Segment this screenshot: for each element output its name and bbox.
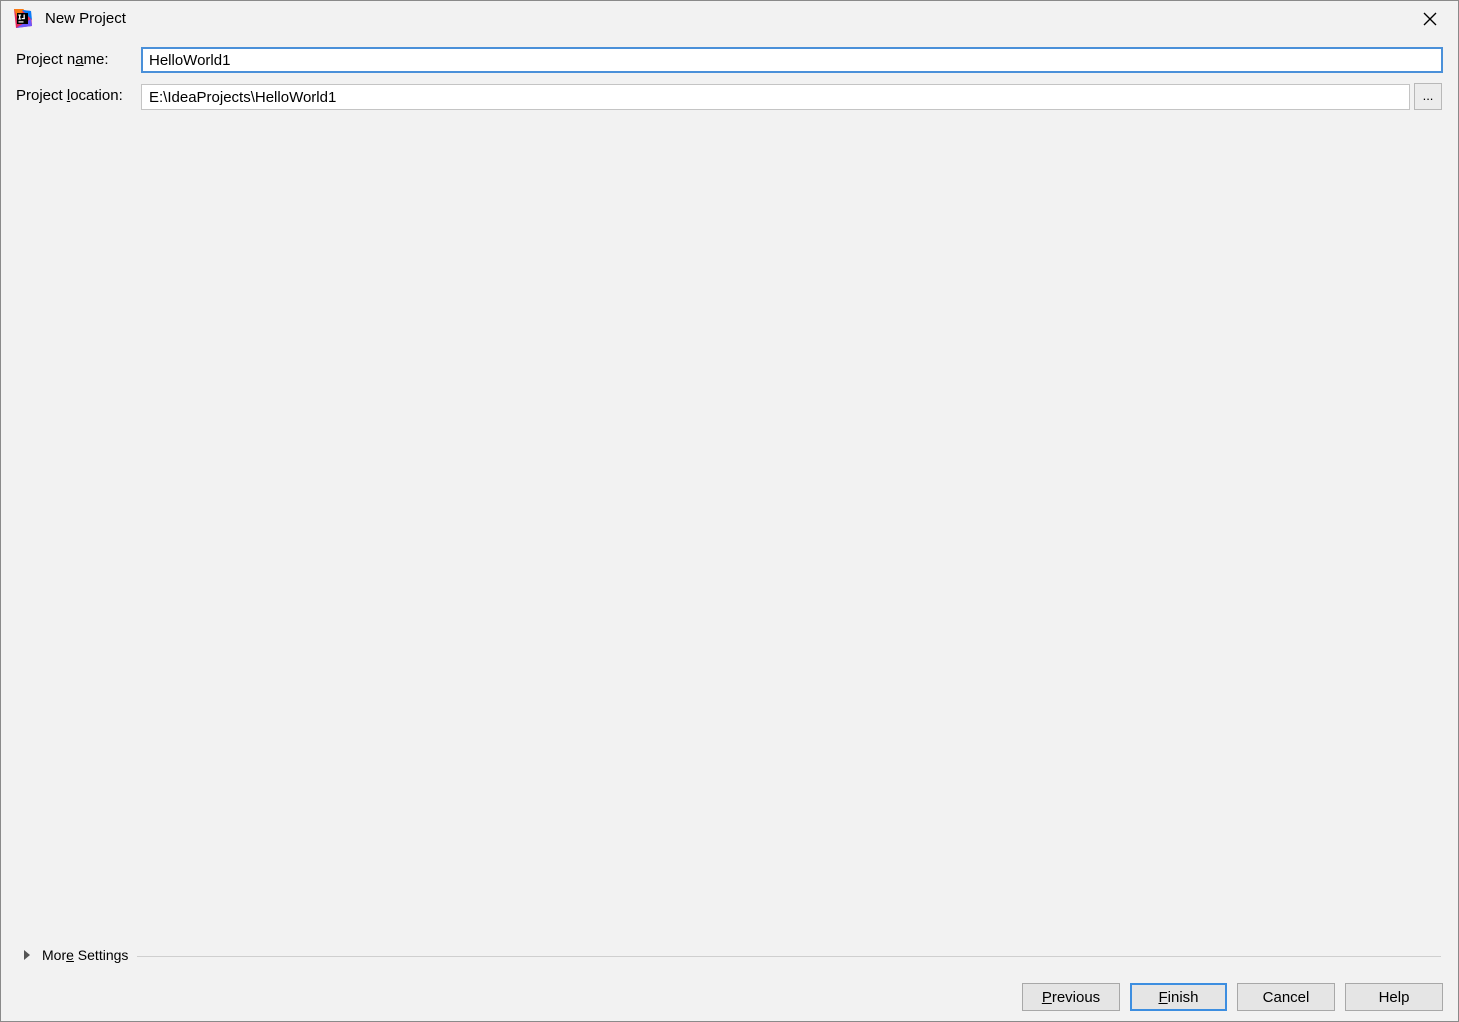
more-settings-divider <box>137 956 1441 957</box>
more-settings-label: More Settings <box>42 947 128 963</box>
intellij-idea-icon <box>14 9 32 28</box>
cancel-button[interactable]: Cancel <box>1237 983 1335 1011</box>
previous-mnemonic: P <box>1041 988 1052 1006</box>
more-settings-label-post: Settings <box>73 947 129 963</box>
project-location-label-post: ocation: <box>70 87 123 104</box>
help-button[interactable]: Help <box>1345 983 1443 1011</box>
close-button[interactable] <box>1410 3 1450 35</box>
project-name-input[interactable] <box>141 47 1443 73</box>
project-name-label-post: me: <box>83 51 109 68</box>
project-name-label-pre: Project n <box>16 51 76 68</box>
dialog-title: New Project <box>45 10 126 27</box>
project-location-input[interactable] <box>141 84 1410 110</box>
project-name-label-mnemonic: a <box>75 51 84 68</box>
more-settings-label-mnemonic: e <box>66 947 74 963</box>
expand-triangle-icon <box>24 950 30 960</box>
finish-label: inish <box>1167 988 1199 1006</box>
title-bar: New Project <box>1 1 1458 37</box>
project-name-label: Project name: <box>16 51 109 68</box>
more-settings-label-pre: Mor <box>42 947 67 963</box>
close-icon <box>1423 12 1437 26</box>
project-location-label-pre: Project <box>16 87 67 104</box>
finish-mnemonic: F <box>1158 988 1168 1006</box>
previous-button[interactable]: Previous <box>1022 983 1120 1011</box>
browse-location-button[interactable]: ... <box>1414 83 1442 110</box>
new-project-dialog: New Project Project name: Project locati… <box>0 0 1459 1022</box>
project-location-label: Project location: <box>16 87 123 104</box>
more-settings-toggle[interactable]: More Settings <box>21 947 128 963</box>
finish-button[interactable]: Finish <box>1130 983 1227 1011</box>
previous-label: revious <box>1051 988 1101 1006</box>
